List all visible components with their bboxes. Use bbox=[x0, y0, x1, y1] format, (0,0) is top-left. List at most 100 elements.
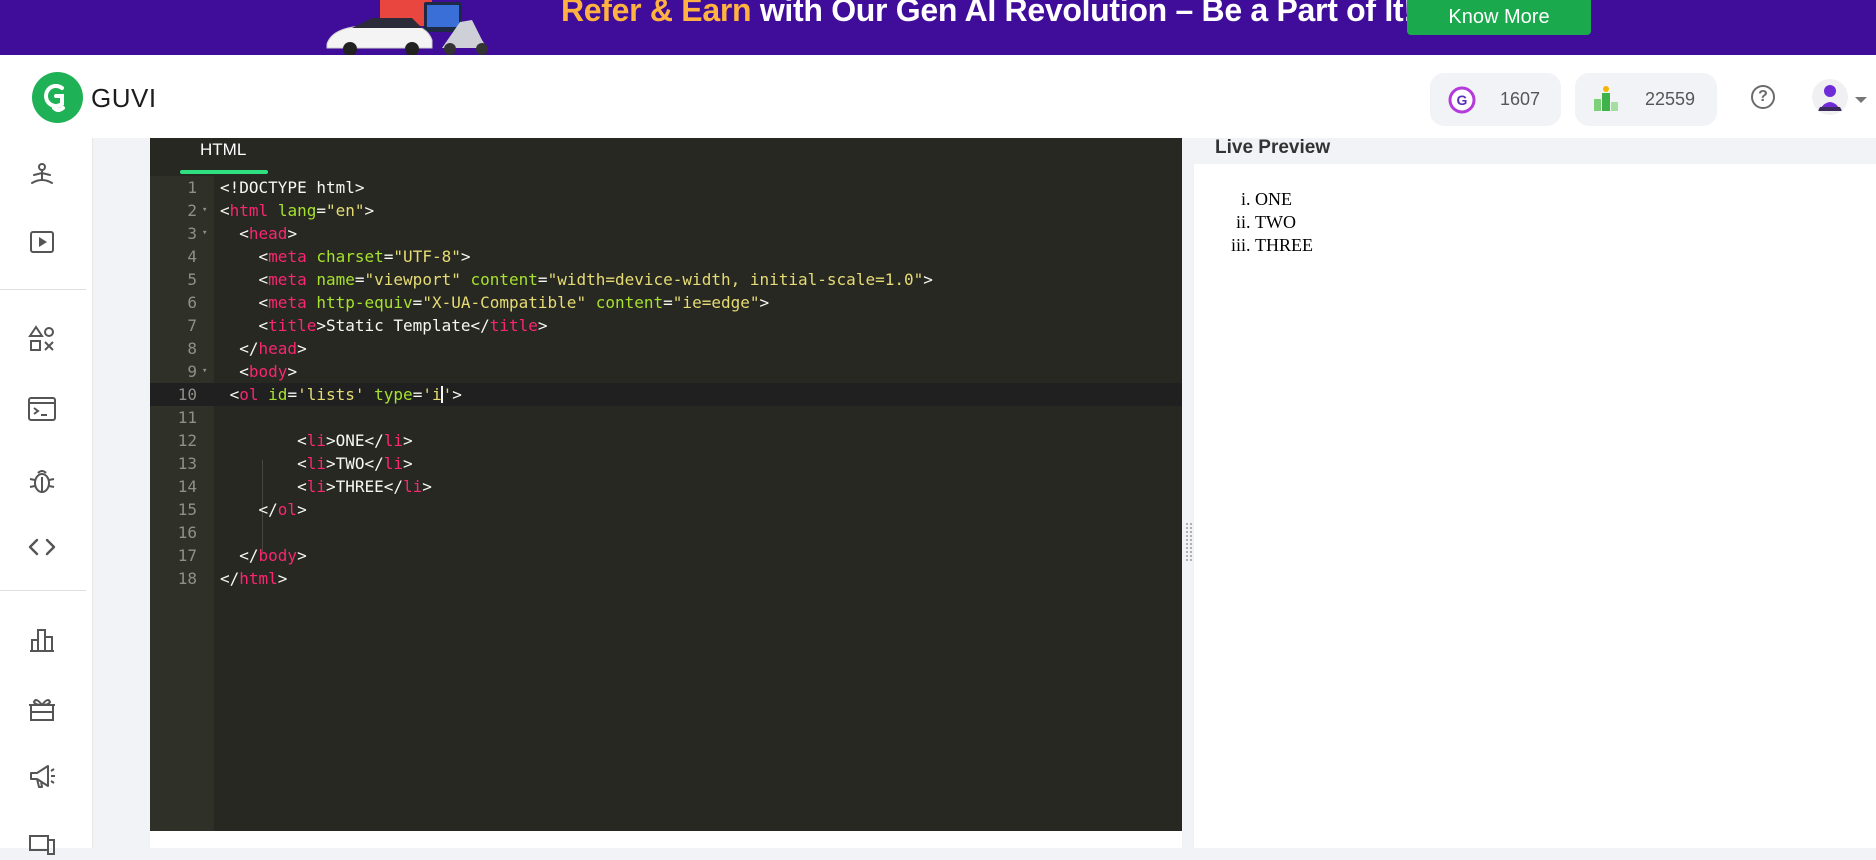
code-editor[interactable]: HTML 1 <!DOCTYPE html> 2 ▾ <html lang="en"> 3… bbox=[150, 138, 1182, 831]
code-line[interactable]: 8 </head> bbox=[150, 337, 1182, 360]
code-line[interactable]: 10 <ol id='lists' type='i'> bbox=[150, 383, 1182, 406]
shapes-icon[interactable] bbox=[26, 323, 58, 355]
code-text[interactable]: </html> bbox=[220, 567, 287, 590]
code-line[interactable]: 6 <meta http-equiv="X-UA-Compatible" con… bbox=[150, 291, 1182, 314]
code-line[interactable]: 16 bbox=[150, 521, 1182, 544]
code-text[interactable]: <head> bbox=[220, 222, 297, 245]
code-text[interactable]: <body> bbox=[220, 360, 297, 383]
code-line[interactable]: 2 ▾ <html lang="en"> bbox=[150, 199, 1182, 222]
promo-banner: Refer & Earn with Our Gen AI Revolution … bbox=[0, 0, 1876, 55]
code-line[interactable]: 7 <title>Static Template</title> bbox=[150, 314, 1182, 337]
gems-counter[interactable]: G 1607 bbox=[1430, 73, 1561, 126]
preview-title: Live Preview bbox=[1215, 137, 1331, 158]
code-brackets-icon[interactable] bbox=[26, 531, 58, 563]
code-text[interactable]: <html lang="en"> bbox=[220, 199, 374, 222]
line-number: 15 bbox=[177, 500, 197, 519]
code-line[interactable]: 15 </ol> bbox=[150, 498, 1182, 521]
code-text[interactable]: <li>ONE</li> bbox=[220, 429, 413, 452]
line-number: 10 bbox=[177, 385, 197, 404]
top-header: GUVI G 1607 22559 ? bbox=[0, 55, 1876, 138]
live-preview-pane: Live Preview ONETWOTHREE bbox=[1194, 138, 1876, 848]
code-text[interactable]: </head> bbox=[220, 337, 306, 360]
banner-headline: Refer & Earn with Our Gen AI Revolution … bbox=[561, 0, 1414, 29]
line-number: 9 bbox=[187, 362, 197, 381]
code-line[interactable]: 9 ▾ <body> bbox=[150, 360, 1182, 383]
rank-counter[interactable]: 22559 bbox=[1575, 73, 1717, 126]
line-number: 17 bbox=[177, 546, 197, 565]
line-number: 7 bbox=[187, 316, 197, 335]
rank-count: 22559 bbox=[1645, 89, 1696, 109]
code-line[interactable]: 14 <li>THREE</li> bbox=[150, 475, 1182, 498]
code-text[interactable]: <li>THREE</li> bbox=[220, 475, 432, 498]
leaderboard-icon bbox=[1594, 86, 1618, 111]
code-text[interactable]: <meta charset="UTF-8"> bbox=[220, 245, 471, 268]
gift-icon[interactable] bbox=[26, 693, 58, 725]
svg-text:G: G bbox=[1457, 92, 1468, 108]
bug-icon[interactable] bbox=[26, 465, 58, 497]
preview-list-item: ONE bbox=[1255, 188, 1313, 211]
guvi-logo-icon[interactable] bbox=[32, 72, 83, 123]
code-text[interactable]: </ol> bbox=[220, 498, 307, 521]
code-line[interactable]: 18 </html> bbox=[150, 567, 1182, 590]
line-number: 16 bbox=[177, 523, 197, 542]
code-line[interactable]: 4 <meta charset="UTF-8"> bbox=[150, 245, 1182, 268]
meditation-icon[interactable] bbox=[26, 160, 58, 192]
terminal-icon[interactable] bbox=[26, 393, 58, 425]
banner-illustration bbox=[326, 0, 488, 55]
line-number: 13 bbox=[177, 454, 197, 473]
know-more-button[interactable]: Know More bbox=[1407, 0, 1591, 35]
editor-footer bbox=[150, 831, 1182, 848]
chevron-down-icon[interactable] bbox=[1855, 97, 1867, 103]
play-video-icon[interactable] bbox=[26, 226, 58, 258]
devices-icon[interactable] bbox=[26, 828, 58, 860]
active-tab-indicator bbox=[180, 170, 268, 174]
fold-arrow-icon[interactable]: ▾ bbox=[202, 199, 207, 222]
code-line[interactable]: 12 <li>ONE</li> bbox=[150, 429, 1182, 452]
bar-chart-icon[interactable] bbox=[26, 624, 58, 656]
code-text[interactable]: <meta http-equiv="X-UA-Compatible" conte… bbox=[220, 291, 770, 314]
preview-list-item: THREE bbox=[1255, 234, 1313, 257]
code-line[interactable]: 3 ▾ <head> bbox=[150, 222, 1182, 245]
line-number: 3 bbox=[187, 224, 197, 243]
g-coin-icon: G bbox=[1448, 86, 1476, 114]
code-line[interactable]: 1 <!DOCTYPE html> bbox=[150, 176, 1182, 199]
line-number: 5 bbox=[187, 270, 197, 289]
drag-handle-icon[interactable] bbox=[1185, 522, 1193, 562]
sidebar-divider bbox=[0, 590, 86, 591]
megaphone-icon[interactable] bbox=[26, 760, 58, 792]
code-line[interactable]: 13 <li>TWO</li> bbox=[150, 452, 1182, 475]
preview-ordered-list: ONETWOTHREE bbox=[1194, 188, 1313, 257]
line-number: 2 bbox=[187, 201, 197, 220]
help-icon[interactable]: ? bbox=[1751, 85, 1775, 109]
line-number: 4 bbox=[187, 247, 197, 266]
code-text[interactable]: <title>Static Template</title> bbox=[220, 314, 548, 337]
code-text[interactable]: <meta name="viewport" content="width=dev… bbox=[220, 268, 933, 291]
line-number: 12 bbox=[177, 431, 197, 450]
line-number: 18 bbox=[177, 569, 197, 588]
code-lines[interactable]: 1 <!DOCTYPE html> 2 ▾ <html lang="en"> 3 ▾ <he… bbox=[150, 176, 1182, 590]
code-text[interactable]: <li>TWO</li> bbox=[220, 452, 413, 475]
text-cursor bbox=[440, 386, 443, 403]
editor-tabbar: HTML bbox=[150, 138, 1182, 176]
code-text[interactable]: <ol id='lists' type='i'> bbox=[220, 383, 462, 406]
line-number: 6 bbox=[187, 293, 197, 312]
fold-arrow-icon[interactable]: ▾ bbox=[202, 360, 207, 383]
sidebar-divider bbox=[0, 289, 86, 290]
brand-name[interactable]: GUVI bbox=[91, 83, 157, 114]
line-number: 1 bbox=[187, 178, 197, 197]
code-line[interactable]: 5 <meta name="viewport" content="width=d… bbox=[150, 268, 1182, 291]
code-line[interactable]: 11 bbox=[150, 406, 1182, 429]
pane-splitter[interactable] bbox=[1182, 138, 1194, 848]
tab-html[interactable]: HTML bbox=[200, 140, 246, 160]
code-text[interactable]: <!DOCTYPE html> bbox=[220, 176, 365, 199]
line-number: 11 bbox=[177, 408, 197, 427]
code-line[interactable]: 17 </body> bbox=[150, 544, 1182, 567]
preview-list-item: TWO bbox=[1255, 211, 1313, 234]
code-text[interactable]: </body> bbox=[220, 544, 306, 567]
line-number: 8 bbox=[187, 339, 197, 358]
banner-highlight: Refer & Earn bbox=[561, 0, 752, 28]
sidebar bbox=[0, 138, 93, 855]
line-number: 14 bbox=[177, 477, 197, 496]
fold-arrow-icon[interactable]: ▾ bbox=[202, 222, 207, 245]
avatar[interactable] bbox=[1812, 79, 1848, 115]
